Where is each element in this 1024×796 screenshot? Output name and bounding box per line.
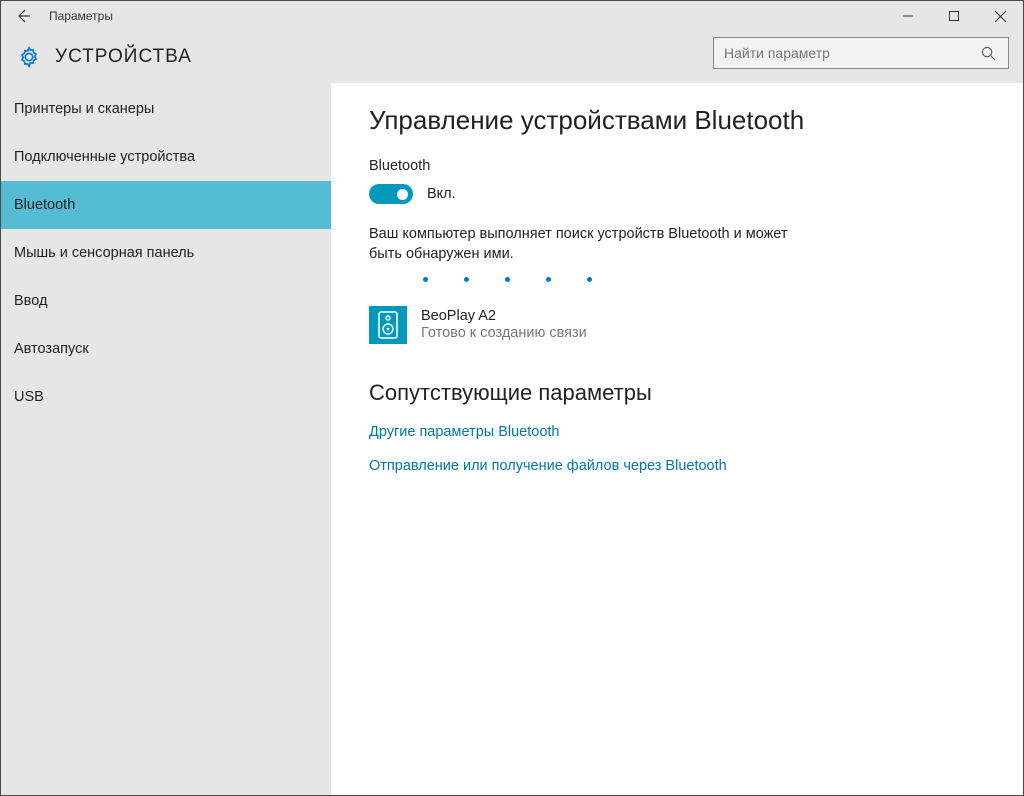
bluetooth-toggle[interactable] [369, 184, 413, 204]
related-settings-title: Сопутствующие параметры [369, 380, 985, 406]
searching-indicator [369, 277, 985, 282]
search-input[interactable] [724, 45, 978, 61]
content-area: Управление устройствами Bluetooth Blueto… [331, 83, 1023, 795]
device-info: BeoPlay A2 Готово к созданию связи [421, 308, 587, 341]
header: УСТРОЙСТВА [1, 31, 1023, 83]
sidebar-item-usb[interactable]: USB [1, 373, 331, 421]
sidebar-item-typing[interactable]: Ввод [1, 277, 331, 325]
sidebar-item-mouse[interactable]: Мышь и сенсорная панель [1, 229, 331, 277]
sidebar-item-label: USB [14, 389, 44, 405]
back-button[interactable] [1, 1, 45, 31]
link-send-receive-files[interactable]: Отправление или получение файлов через B… [369, 458, 985, 474]
device-item[interactable]: BeoPlay A2 Готово к созданию связи [369, 306, 985, 344]
bluetooth-label: Bluetooth [369, 158, 985, 174]
sidebar-item-autoplay[interactable]: Автозапуск [1, 325, 331, 373]
sidebar-item-printers[interactable]: Принтеры и сканеры [1, 85, 331, 133]
link-more-bluetooth-options[interactable]: Другие параметры Bluetooth [369, 424, 985, 440]
toggle-knob [397, 189, 408, 200]
toggle-state-label: Вкл. [427, 186, 456, 202]
close-button[interactable] [977, 1, 1023, 31]
settings-gear-icon [15, 43, 43, 71]
progress-dot [546, 277, 551, 282]
sidebar-item-bluetooth[interactable]: Bluetooth [1, 181, 331, 229]
sidebar-item-label: Ввод [14, 293, 47, 309]
sidebar-item-label: Мышь и сенсорная панель [14, 245, 194, 261]
titlebar: Параметры [1, 1, 1023, 31]
maximize-icon [949, 11, 959, 21]
settings-window: Параметры УСТРОЙСТВА [0, 0, 1024, 796]
progress-dot [505, 277, 510, 282]
sidebar-item-label: Автозапуск [14, 341, 89, 357]
bluetooth-toggle-row: Вкл. [369, 184, 985, 204]
search-box[interactable] [713, 37, 1009, 69]
progress-dot [464, 277, 469, 282]
sidebar-item-label: Принтеры и сканеры [14, 101, 154, 117]
progress-dot [423, 277, 428, 282]
progress-dot [587, 277, 592, 282]
discovery-status-text: Ваш компьютер выполняет поиск устройств … [369, 224, 809, 265]
window-title: Параметры [49, 9, 113, 23]
body: Принтеры и сканеры Подключенные устройст… [1, 83, 1023, 795]
sidebar-item-label: Bluetooth [14, 197, 75, 213]
sidebar-item-label: Подключенные устройства [14, 149, 195, 165]
minimize-button[interactable] [885, 1, 931, 31]
speaker-icon [369, 306, 407, 344]
maximize-button[interactable] [931, 1, 977, 31]
minimize-icon [903, 11, 913, 21]
page-title: Управление устройствами Bluetooth [369, 105, 985, 136]
window-controls [885, 1, 1023, 31]
close-icon [995, 11, 1006, 22]
device-name: BeoPlay A2 [421, 308, 587, 324]
device-status: Готово к созданию связи [421, 325, 587, 341]
sidebar: Принтеры и сканеры Подключенные устройст… [1, 83, 331, 795]
arrow-left-icon [15, 8, 31, 24]
gear-icon [18, 46, 40, 68]
sidebar-item-connected-devices[interactable]: Подключенные устройства [1, 133, 331, 181]
search-icon [978, 46, 998, 61]
section-title: УСТРОЙСТВА [55, 46, 192, 68]
